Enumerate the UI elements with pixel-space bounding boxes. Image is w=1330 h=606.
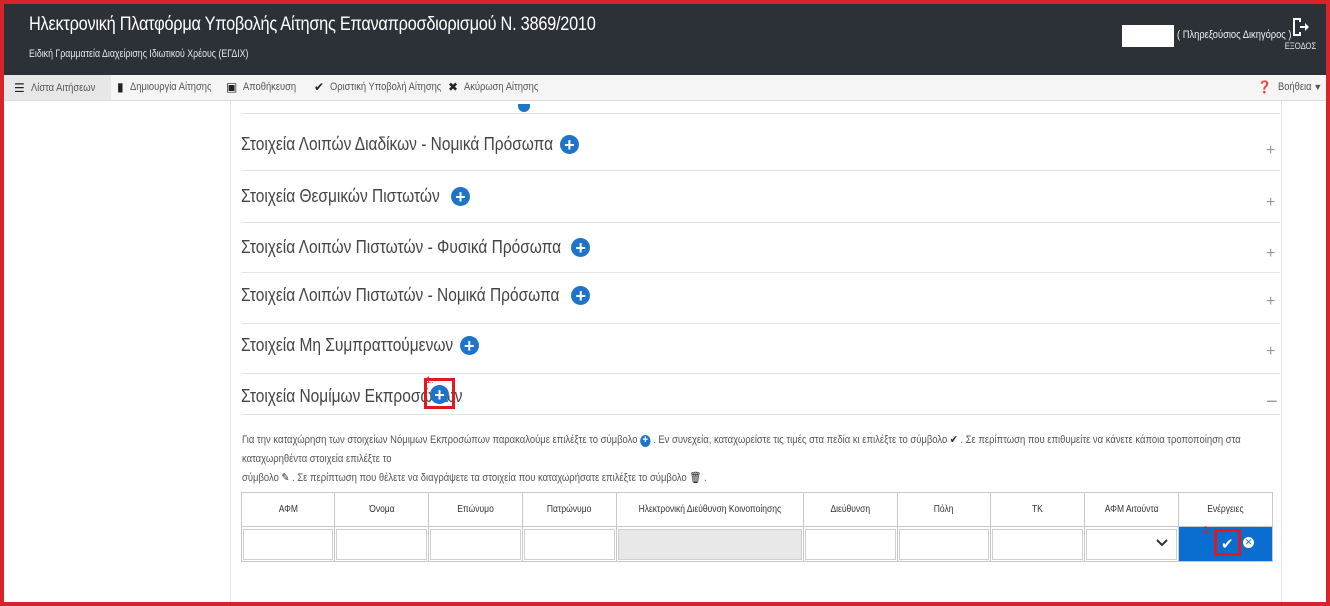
section-institutional-creditors[interactable]: Στοιχεία Θεσμικών Πιστωτών +	[241, 186, 471, 207]
question-circle-icon: ❓	[1257, 80, 1272, 94]
caret-down-icon: ▼	[1313, 82, 1323, 92]
main-content: Στοιχεία Λοιπών Διαδίκων - Νομικά Πρόσωπ…	[0, 101, 1330, 606]
toolbar-cancel-application[interactable]: ✖ Ακύρωση Αίτησης	[448, 80, 552, 94]
toolbar-final-submit[interactable]: ✔ Οριστική Υποβολή Αίτησης	[314, 80, 461, 94]
col-header-city: Πόλη	[897, 492, 991, 527]
check-icon: ✔	[314, 80, 325, 94]
confirm-check-icon[interactable]: ✔	[1221, 535, 1234, 553]
section-other-creditors-legal[interactable]: Στοιχεία Λοιπών Πιστωτών - Νομικά Πρόσωπ…	[241, 285, 591, 306]
close-icon: ✖	[448, 80, 459, 94]
email-field-disabled	[618, 528, 802, 560]
section-divider	[242, 272, 1280, 273]
logout-label: ΕΞΟΔΟΣ	[1284, 41, 1317, 51]
user-name-redacted	[1122, 25, 1174, 47]
app-header: Ηλεκτρονική Πλατφόρμα Υποβολής Αίτησης Ε…	[0, 0, 1330, 75]
toolbar-list-applications[interactable]: ☰ Λίστα Αιτήσεων	[0, 75, 111, 100]
last-name-input[interactable]	[430, 528, 521, 560]
pencil-icon: ✎	[281, 472, 290, 484]
col-header-afm: ΑΦΜ	[241, 492, 335, 527]
toolbar-save[interactable]: ▣ Αποθήκευση	[226, 80, 306, 94]
section-divider	[242, 373, 1280, 374]
add-plus-icon[interactable]: +	[571, 286, 591, 305]
annotation-step-2: 2.	[1203, 525, 1211, 535]
expand-toggle-icon[interactable]: +	[1266, 343, 1275, 361]
city-input[interactable]	[899, 528, 989, 560]
plus-circle-icon: +	[640, 434, 651, 447]
section-non-participants[interactable]: Στοιχεία Μη Συμπραττούμενων +	[241, 335, 479, 356]
section-divider	[242, 222, 1280, 223]
fathers-name-input[interactable]	[524, 528, 615, 560]
add-plus-icon[interactable]: +	[559, 135, 579, 154]
cancel-x-icon[interactable]: ✕	[1243, 537, 1254, 548]
section-other-parties-legal[interactable]: Στοιχεία Λοιπών Διαδίκων - Νομικά Πρόσωπ…	[241, 134, 579, 155]
list-icon: ☰	[14, 80, 25, 95]
legal-representatives-table: ΑΦΜ Όνομα Επώνυμο Πατρώνυμο Ηλεκτρονική …	[241, 492, 1273, 562]
logout-button[interactable]: ΕΞΟΔΟΣ	[1282, 17, 1318, 69]
save-icon: ▣	[226, 80, 238, 94]
chevron-down-icon	[1156, 538, 1168, 546]
section-divider	[242, 414, 1280, 415]
table-row: 2. ✔ ✕	[241, 525, 1273, 562]
col-header-last-name: Επώνυμο	[428, 492, 523, 527]
afm-input[interactable]	[243, 528, 333, 560]
col-header-fathers-name: Πατρώνυμο	[522, 492, 617, 527]
add-plus-icon[interactable]: +	[571, 238, 591, 257]
address-input[interactable]	[805, 528, 896, 560]
section-divider	[242, 323, 1280, 324]
toolbar-create-application[interactable]: ▮ Δημιουργία Αίτησης	[117, 80, 225, 94]
first-name-input[interactable]	[336, 528, 427, 560]
expand-toggle-icon[interactable]: +	[1266, 293, 1275, 311]
toolbar-help[interactable]: ❓ Βοήθεια ▼	[1257, 80, 1322, 94]
expand-toggle-icon[interactable]: +	[1266, 142, 1275, 160]
instructions-text: Για την καταχώρηση των στοιχείων Νόμιμων…	[242, 434, 1241, 484]
file-icon: ▮	[117, 80, 124, 94]
col-header-applicant-afm: ΑΦΜ Αιτούντα	[1084, 492, 1179, 527]
logout-icon	[1293, 18, 1309, 36]
table-header-row: ΑΦΜ Όνομα Επώνυμο Πατρώνυμο Ηλεκτρονική …	[241, 492, 1273, 527]
row-actions-cell: 2. ✔ ✕	[1178, 525, 1273, 562]
col-header-address: Διεύθυνση	[803, 492, 898, 527]
app-title: Ηλεκτρονική Πλατφόρμα Υποβολής Αίτησης Ε…	[29, 14, 596, 35]
section-divider	[242, 113, 1280, 114]
collapse-toggle-icon[interactable]: −	[1266, 391, 1278, 414]
expand-toggle-icon[interactable]: +	[1266, 194, 1275, 212]
add-plus-icon[interactable]: +	[451, 187, 471, 206]
trash-icon: 🗑	[689, 472, 702, 484]
user-role: ( Πληρεξούσιος Δικηγόρος )	[1177, 29, 1292, 41]
section-other-creditors-natural[interactable]: Στοιχεία Λοιπών Πιστωτών - Φυσικά Πρόσωπ…	[241, 237, 591, 258]
add-plus-icon[interactable]: +	[459, 336, 479, 355]
section-divider	[242, 170, 1280, 171]
postal-code-input[interactable]	[992, 528, 1083, 560]
col-header-postal-code: ΤΚ	[990, 492, 1085, 527]
check-icon: ✔	[949, 434, 958, 446]
app-subtitle: Ειδική Γραμματεία Διαχείρισης Ιδιωτικού …	[29, 48, 249, 60]
col-header-email: Ηλεκτρονική Διεύθυνση Κοινοποίησης	[616, 492, 804, 527]
col-header-first-name: Όνομα	[334, 492, 429, 527]
col-header-actions: Ενέργειες	[1178, 492, 1273, 527]
expand-toggle-icon[interactable]: +	[1266, 245, 1275, 263]
add-legal-representative-icon[interactable]: +	[430, 385, 449, 404]
applicant-afm-select[interactable]	[1086, 528, 1177, 560]
section-legal-representatives[interactable]: Στοιχεία Νομίμων Εκπροσώπων	[241, 386, 499, 407]
toolbar: ☰ Λίστα Αιτήσεων ▮ Δημιουργία Αίτησης ▣ …	[0, 75, 1330, 101]
